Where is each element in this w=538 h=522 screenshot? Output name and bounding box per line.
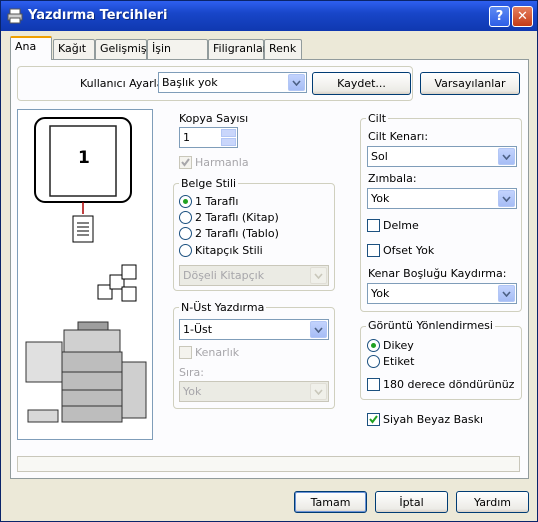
order-label: Sıra: (179, 366, 205, 379)
two-sided-tablet-label: 2 Taraflı (Tablo) (195, 227, 279, 240)
punch-checkbox[interactable] (367, 219, 380, 232)
copies-label: Kopya Sayısı (179, 112, 249, 125)
help-icon: ? (495, 9, 504, 24)
orientation-label: Görüntü Yönlendirmesi (366, 319, 495, 332)
help-title-button[interactable]: ? (489, 6, 510, 27)
ok-button[interactable]: Tamam (294, 491, 367, 513)
window-title: Yazdırma Tercihleri (28, 8, 168, 23)
chevron-down-icon (310, 267, 327, 284)
user-settings-value: Başlık yok (162, 76, 218, 89)
landscape-label: Etiket (383, 355, 415, 368)
close-icon: ✕ (517, 9, 528, 24)
n-up-value: 1-Üst (183, 323, 213, 336)
tab-filigranlar[interactable]: Filigranlar (208, 39, 268, 59)
tab-ana[interactable]: Ana (10, 36, 52, 60)
border-label: Kenarlık (195, 346, 240, 359)
print-preferences-dialog: Yazdırma Tercihleri ? ✕ Ana Kağıt Gelişm… (0, 0, 538, 522)
title-bar[interactable]: Yazdırma Tercihleri ? ✕ (1, 1, 537, 31)
two-sided-book-label: 2 Taraflı (Kitap) (195, 211, 279, 224)
punch-label: Delme (383, 219, 419, 232)
tab-kagit[interactable]: Kağıt (53, 39, 95, 59)
radio-landscape[interactable] (367, 355, 380, 368)
rotate-180-checkbox[interactable] (367, 378, 380, 391)
n-up-select[interactable]: 1-Üst (179, 319, 329, 340)
help-label: Yardım (473, 495, 512, 509)
save-settings-label: Kaydet... (337, 77, 386, 90)
staple-label: Zımbala: (368, 172, 417, 185)
booklet-label: Kitapçık Stili (195, 244, 263, 257)
collate-label: Harmanla (195, 156, 249, 169)
margin-shift-label: Kenar Boşluğu Kaydırma: (368, 267, 507, 280)
staple-select[interactable]: Yok (367, 188, 517, 209)
status-strip (17, 456, 520, 472)
cancel-label: İptal (399, 495, 424, 509)
radio-one-sided[interactable] (179, 195, 192, 208)
border-checkbox[interactable] (179, 346, 192, 359)
tab-label: Kağıt (58, 42, 87, 55)
offset-checkbox[interactable] (367, 244, 380, 257)
checkmark-icon (369, 415, 378, 424)
chevron-down-icon (310, 321, 327, 338)
margin-shift-select[interactable]: Yok (367, 283, 517, 304)
tab-label: Gelişmiş (100, 42, 147, 55)
copier-machine-illustration (25, 321, 147, 423)
radio-dot-icon (183, 199, 188, 204)
radio-two-sided-tablet[interactable] (179, 227, 192, 240)
defaults-button[interactable]: Varsayılanlar (420, 72, 520, 95)
ok-label: Tamam (310, 495, 351, 509)
tab-label: Filigranlar (213, 42, 268, 55)
portrait-label: Dikey (383, 339, 414, 352)
collate-checkbox[interactable] (179, 156, 192, 169)
copies-down-button[interactable] (221, 138, 236, 146)
radio-two-sided-book[interactable] (179, 211, 192, 224)
booklet-type-select[interactable]: Döşeli Kitapçık (179, 265, 329, 286)
radio-dot-icon (371, 343, 376, 348)
tab-label: Ana (15, 40, 37, 53)
binding-label: Cilt (366, 112, 389, 125)
copies-up-button[interactable] (221, 129, 236, 137)
bw-print-label: Siyah Beyaz Baskı (383, 413, 484, 426)
checkmark-icon (181, 158, 190, 167)
chevron-down-icon (310, 383, 327, 400)
order-value: Yok (183, 385, 202, 398)
cancel-button[interactable]: İptal (375, 491, 448, 513)
rotate-180-label: 180 derece döndürünüz (383, 378, 515, 391)
copies-value: 1 (183, 131, 190, 144)
close-button[interactable]: ✕ (512, 6, 533, 27)
copies-spinner[interactable]: 1 (179, 127, 238, 148)
one-sided-label: 1 Taraflı (195, 195, 239, 208)
tab-label: Renk (269, 42, 297, 55)
radio-portrait[interactable] (367, 339, 380, 352)
user-settings-select[interactable]: Başlık yok (158, 72, 307, 93)
document-style-label: Belge Stili (179, 177, 239, 190)
defaults-label: Varsayılanlar (434, 77, 506, 90)
tab-gelismis[interactable]: Gelişmiş (95, 39, 147, 59)
order-select[interactable]: Yok (179, 381, 329, 402)
chevron-down-icon (498, 285, 515, 302)
n-up-label: N-Üst Yazdırma (179, 301, 267, 314)
tab-renk[interactable]: Renk (264, 39, 302, 59)
binding-edge-value: Sol (371, 150, 388, 163)
staple-value: Yok (371, 192, 390, 205)
binding-edge-select[interactable]: Sol (367, 146, 517, 167)
offset-label: Ofset Yok (383, 244, 435, 257)
print-preview: 1 (17, 109, 153, 440)
booklet-type-value: Döşeli Kitapçık (183, 269, 265, 282)
printer-icon (7, 8, 23, 24)
save-settings-button[interactable]: Kaydet... (312, 72, 411, 95)
chevron-down-icon (498, 148, 515, 165)
bw-print-checkbox[interactable] (367, 413, 380, 426)
radio-booklet[interactable] (179, 244, 192, 257)
chevron-down-icon (498, 190, 515, 207)
preview-page-number: 1 (78, 148, 90, 168)
margin-shift-value: Yok (371, 287, 390, 300)
tab-isin-idaresi[interactable]: İşin İdaresi (147, 39, 208, 73)
help-button[interactable]: Yardım (456, 491, 529, 513)
binding-edge-label: Cilt Kenarı: (368, 130, 429, 143)
chevron-down-icon (288, 74, 305, 91)
output-sets-icon (97, 264, 137, 302)
